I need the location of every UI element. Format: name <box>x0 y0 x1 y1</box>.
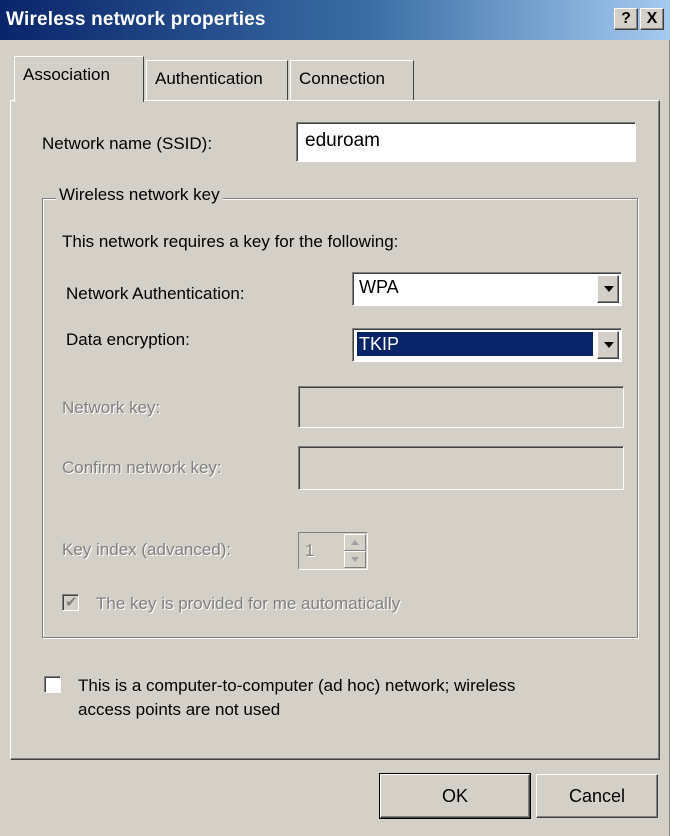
tab-connection-label: Connection <box>299 69 386 88</box>
tab-association[interactable]: Association <box>14 56 144 102</box>
close-button[interactable]: X <box>640 8 664 30</box>
help-button[interactable]: ? <box>614 8 638 30</box>
ok-button[interactable]: OK <box>379 773 531 819</box>
title-bar[interactable]: Wireless network properties ? X <box>0 0 670 40</box>
tab-authentication-label: Authentication <box>155 69 263 88</box>
tab-authentication[interactable]: Authentication <box>146 60 288 100</box>
cancel-button[interactable]: Cancel <box>536 774 658 818</box>
dialog-window: Wireless network properties ? X Associat… <box>0 0 670 836</box>
window-title: Wireless network properties <box>6 9 266 30</box>
tab-connection[interactable]: Connection <box>290 60 414 100</box>
association-panel <box>10 100 660 760</box>
tab-association-label: Association <box>23 65 110 84</box>
